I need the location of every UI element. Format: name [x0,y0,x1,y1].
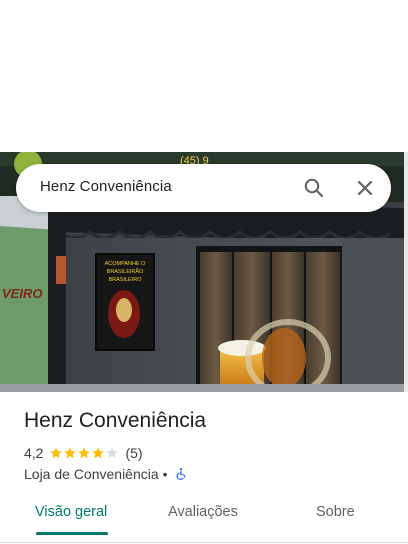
search-input[interactable]: Henz Conveniência [40,178,172,195]
place-tabs: Visão geral Avaliações Sobre [0,496,408,540]
star-icon [92,447,105,459]
tab-reviews[interactable]: Avaliações [168,504,238,520]
rating-row[interactable]: 4,2 (5) [24,443,143,463]
star-icon [50,447,63,459]
wheelchair-icon[interactable] [174,467,188,481]
tabs-divider [0,542,408,543]
search-icon[interactable] [302,176,326,200]
poster-line-1: ACOMPANHE O [105,261,147,267]
rating-stars [49,446,119,460]
star-icon [78,447,91,459]
tab-overview[interactable]: Visão geral [35,504,107,520]
tab-about[interactable]: Sobre [316,504,355,520]
photo-edge [404,152,408,392]
star-empty-icon [106,447,119,459]
map-blank-area [0,0,408,152]
wall-sign-text: VEIRO [2,286,42,301]
category-label: Loja de Conveniência [24,466,159,482]
poster-line-3: BRASILEIRO [108,277,142,283]
place-title: Henz Conveniência [24,409,207,432]
close-icon[interactable] [353,176,377,200]
separator-dot: • [162,466,168,482]
category-row: Loja de Conveniência • [24,464,188,484]
star-icon [64,447,77,459]
rating-value: 4,2 [24,445,44,461]
review-count[interactable]: (5) [125,445,142,461]
search-bar[interactable]: Henz Conveniência [16,164,391,212]
poster-line-2: BRASILEIRÃO [107,268,144,275]
active-tab-indicator [36,532,108,535]
